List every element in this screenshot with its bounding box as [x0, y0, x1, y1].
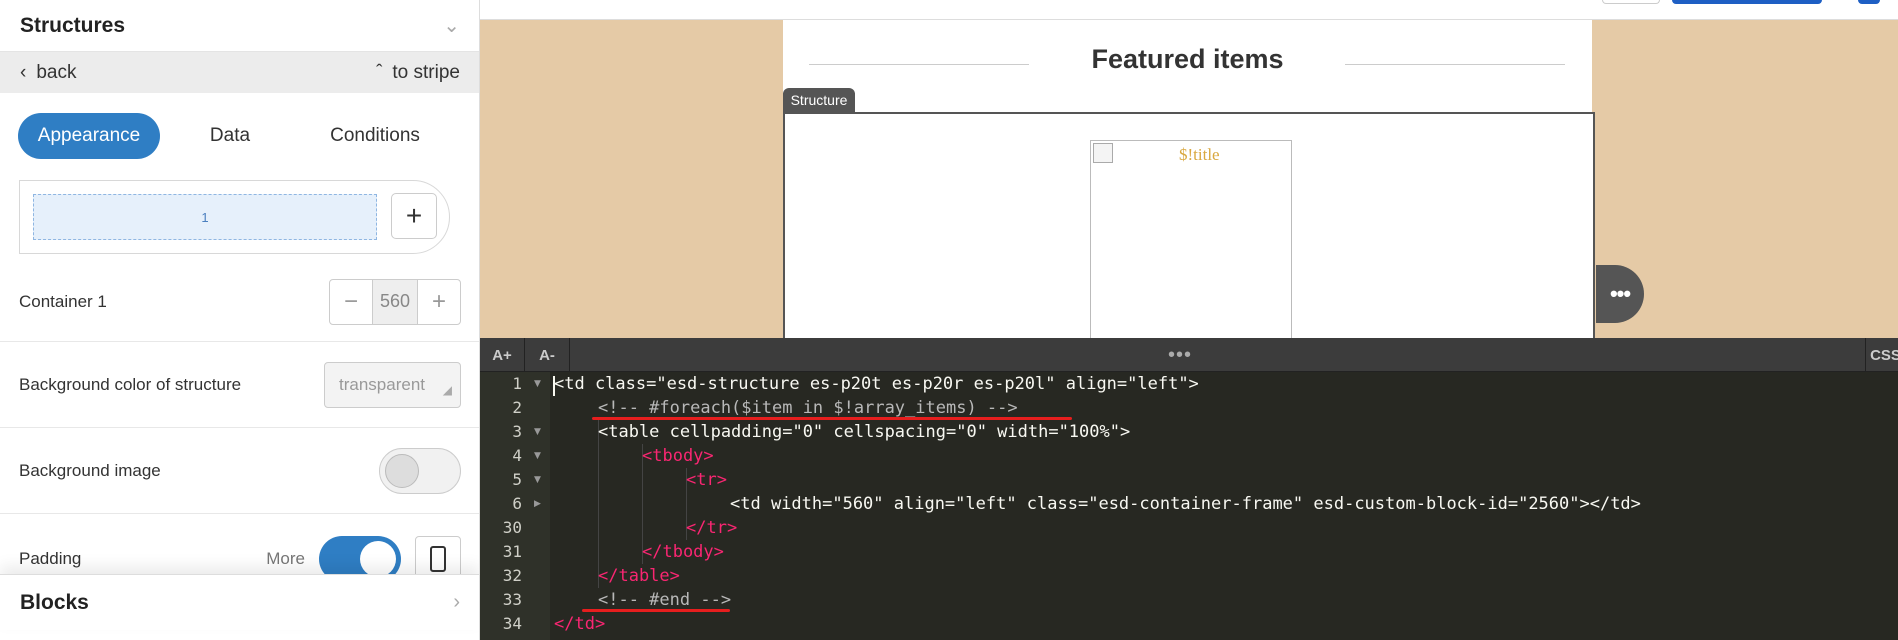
- line-number-gutter: 1 2 3 4 5 6 30 31 32 33 34 ▼ ▼ ▼ ▼ ▶: [480, 372, 550, 640]
- code-line: <table cellpadding="0" cellspacing="0" w…: [598, 422, 1131, 442]
- font-decrease-button[interactable]: A-: [525, 338, 570, 372]
- email-preview: Featured items Structure $!title •••: [480, 0, 1898, 338]
- line-number: 5: [512, 470, 522, 489]
- container-label: Container 1: [19, 291, 107, 311]
- red-underline-annotation: [582, 609, 730, 612]
- back-button[interactable]: ‹ back: [20, 62, 76, 84]
- editor-toolbar: A+ A- ••• CSS: [480, 338, 1898, 372]
- resize-handle-icon[interactable]: •••: [1168, 338, 1192, 372]
- indent-guide: [598, 420, 599, 588]
- bg-image-toggle[interactable]: [379, 447, 461, 494]
- line-number: 4: [512, 446, 522, 465]
- red-underline-annotation: [592, 417, 1072, 420]
- tab-conditions[interactable]: Conditions: [300, 113, 450, 159]
- code-line: </table>: [598, 566, 680, 586]
- settings-panel: Structures ⌄ ‹ back ˆ to stripe Appearan…: [0, 0, 480, 640]
- email-editor-window: Structures ⌄ ‹ back ˆ to stripe Appearan…: [0, 0, 1898, 640]
- chevron-left-icon: ‹: [20, 61, 27, 83]
- structure-tag[interactable]: Structure: [783, 88, 855, 112]
- toolbar-button[interactable]: [1602, 0, 1660, 4]
- container-layout-box: 1 +: [19, 180, 450, 254]
- increment-button[interactable]: +: [418, 280, 460, 324]
- avatar[interactable]: [1858, 0, 1880, 4]
- back-label: back: [36, 61, 77, 83]
- toggle-knob: [360, 541, 396, 577]
- navigation-bar: ‹ back ˆ to stripe: [0, 52, 479, 93]
- bg-color-value: transparent: [339, 374, 425, 394]
- fold-arrow-icon[interactable]: ▼: [534, 444, 544, 468]
- primary-toolbar-button[interactable]: [1672, 0, 1822, 4]
- structures-title: Structures: [20, 13, 126, 37]
- mobile-icon: [430, 546, 446, 572]
- top-toolbar-strip: [480, 0, 1898, 20]
- bg-image-label: Background image: [19, 460, 161, 480]
- container-width-row: Container 1 − 560 +: [0, 262, 479, 342]
- bg-color-input[interactable]: transparent ◢: [324, 361, 461, 408]
- ellipsis-icon: •••: [1609, 281, 1631, 306]
- tab-data[interactable]: Data: [160, 113, 300, 159]
- line-number: 3: [512, 422, 522, 441]
- code-line: <td width="560" align="left" class="esd-…: [730, 494, 1641, 514]
- line-number: 30: [502, 518, 522, 537]
- code-line: </tbody>: [642, 542, 724, 562]
- bg-color-row: Background color of structure transparen…: [0, 342, 479, 428]
- fold-arrow-icon[interactable]: ▼: [534, 372, 544, 396]
- container-width-stepper: − 560 +: [329, 278, 461, 325]
- line-number: 31: [502, 542, 522, 561]
- code-content[interactable]: <td class="esd-structure es-p20t es-p20r…: [554, 372, 1894, 640]
- image-alt-text: $!title: [1179, 145, 1220, 164]
- padding-label: Padding: [19, 549, 82, 568]
- font-increase-button[interactable]: A+: [480, 338, 525, 372]
- chevron-right-icon[interactable]: ›: [453, 591, 460, 614]
- to-stripe-button[interactable]: ˆ to stripe: [376, 62, 460, 84]
- featured-items-heading[interactable]: Featured items: [783, 44, 1592, 75]
- fold-arrow-icon[interactable]: ▼: [534, 420, 544, 444]
- code-line: <tbody>: [642, 446, 714, 466]
- add-container-button[interactable]: +: [391, 193, 437, 239]
- selected-structure[interactable]: $!title: [783, 112, 1595, 338]
- tab-appearance[interactable]: Appearance: [18, 113, 160, 159]
- chevron-down-icon[interactable]: ⌄: [443, 13, 460, 38]
- toggle-knob: [385, 453, 419, 488]
- tab-css[interactable]: CSS: [1865, 338, 1898, 372]
- container-slot[interactable]: 1: [33, 194, 377, 240]
- more-label: More: [266, 549, 305, 568]
- code-editor: A+ A- ••• CSS 1 2 3 4 5 6 30 31 32 33 34…: [480, 338, 1898, 640]
- line-number: 34: [502, 614, 522, 633]
- fold-arrow-icon[interactable]: ▶: [534, 492, 544, 516]
- structures-section-header[interactable]: Structures ⌄: [0, 0, 479, 52]
- plus-icon: +: [405, 200, 423, 231]
- line-number: 32: [502, 566, 522, 585]
- fold-arrow-icon[interactable]: ▼: [534, 468, 544, 492]
- broken-image-icon: [1093, 143, 1113, 163]
- code-line: <tr>: [686, 470, 727, 490]
- blocks-title: Blocks: [20, 590, 89, 614]
- more-options-button[interactable]: •••: [1596, 265, 1644, 323]
- blocks-section-header[interactable]: Blocks ›: [0, 574, 479, 630]
- bg-color-label: Background color of structure: [19, 374, 242, 394]
- decrement-button[interactable]: −: [330, 280, 372, 324]
- container-width-value[interactable]: 560: [372, 279, 418, 324]
- line-number: 1: [512, 374, 522, 393]
- to-stripe-label: to stripe: [392, 61, 460, 83]
- code-line: </tr>: [686, 518, 738, 538]
- line-number: 2: [512, 398, 522, 417]
- chevron-up-icon: ˆ: [376, 61, 383, 83]
- bg-image-row: Background image: [0, 428, 479, 514]
- line-number: 6: [512, 494, 522, 513]
- code-line: <td class="esd-structure es-p20t es-p20r…: [554, 374, 1199, 394]
- image-placeholder[interactable]: $!title: [1090, 140, 1292, 338]
- color-picker-icon: ◢: [442, 382, 452, 397]
- settings-tabs: Appearance Data Conditions: [18, 113, 462, 159]
- line-number: 33: [502, 590, 522, 609]
- code-line: </td>: [554, 614, 606, 634]
